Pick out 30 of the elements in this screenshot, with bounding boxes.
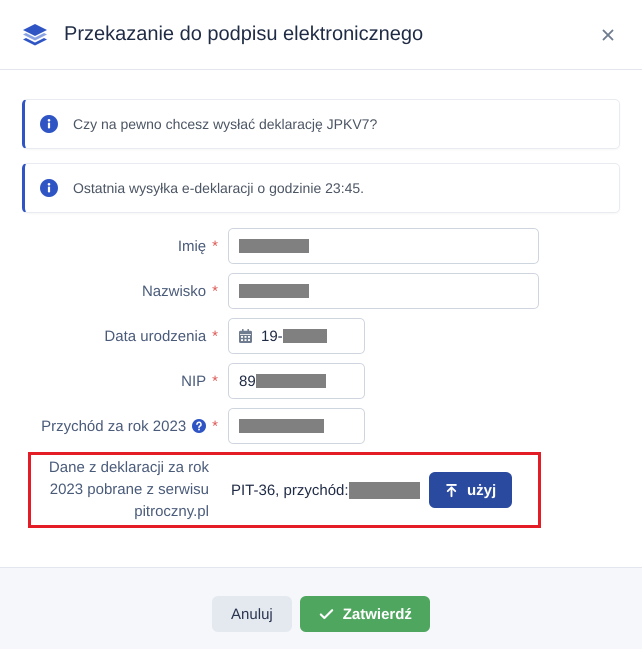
field-label: Przychód za rok 2023: [41, 418, 186, 434]
help-icon[interactable]: [192, 419, 206, 433]
cancel-button[interactable]: Anuluj: [212, 596, 292, 632]
arrow-up-to-line-icon: [444, 482, 459, 498]
info-icon: [40, 179, 58, 197]
info-icon: [40, 115, 58, 133]
date-field[interactable]: 19-: [228, 318, 365, 354]
required-asterisk: *: [212, 372, 218, 390]
required-asterisk: *: [212, 328, 218, 344]
use-button[interactable]: użyj: [428, 472, 512, 508]
input-field[interactable]: 89: [228, 363, 365, 399]
input-field[interactable]: [228, 273, 539, 309]
alert-text: Ostatnia wysyłka e-deklaracji o godzinie 23:45.: [73, 180, 364, 196]
field-label: NIP: [181, 372, 206, 390]
required-asterisk: *: [212, 282, 218, 300]
alert-text: Czy na pewno chcesz wysłać deklarację JPKV7?: [73, 116, 378, 132]
required-asterisk: *: [212, 418, 218, 434]
calendar-icon: [239, 329, 252, 343]
field-label: Nazwisko: [142, 282, 206, 300]
field-label: Data urodzenia: [104, 328, 206, 344]
layers-icon: [22, 22, 48, 46]
import-text: PIT-36, przychód:: [231, 482, 349, 498]
dialog-title: Przekazanie do podpisu elektronicznego: [64, 23, 424, 46]
field-value: 19-: [261, 328, 283, 344]
input-field[interactable]: [228, 228, 539, 264]
required-asterisk: *: [212, 238, 218, 254]
input-field[interactable]: [228, 408, 365, 444]
field-value: 89: [239, 372, 256, 390]
import-label: Dane z deklaracji za rok 2023 pobrane z serwisu pitroczny.pl: [48, 458, 209, 522]
field-label: Imię: [178, 238, 206, 254]
